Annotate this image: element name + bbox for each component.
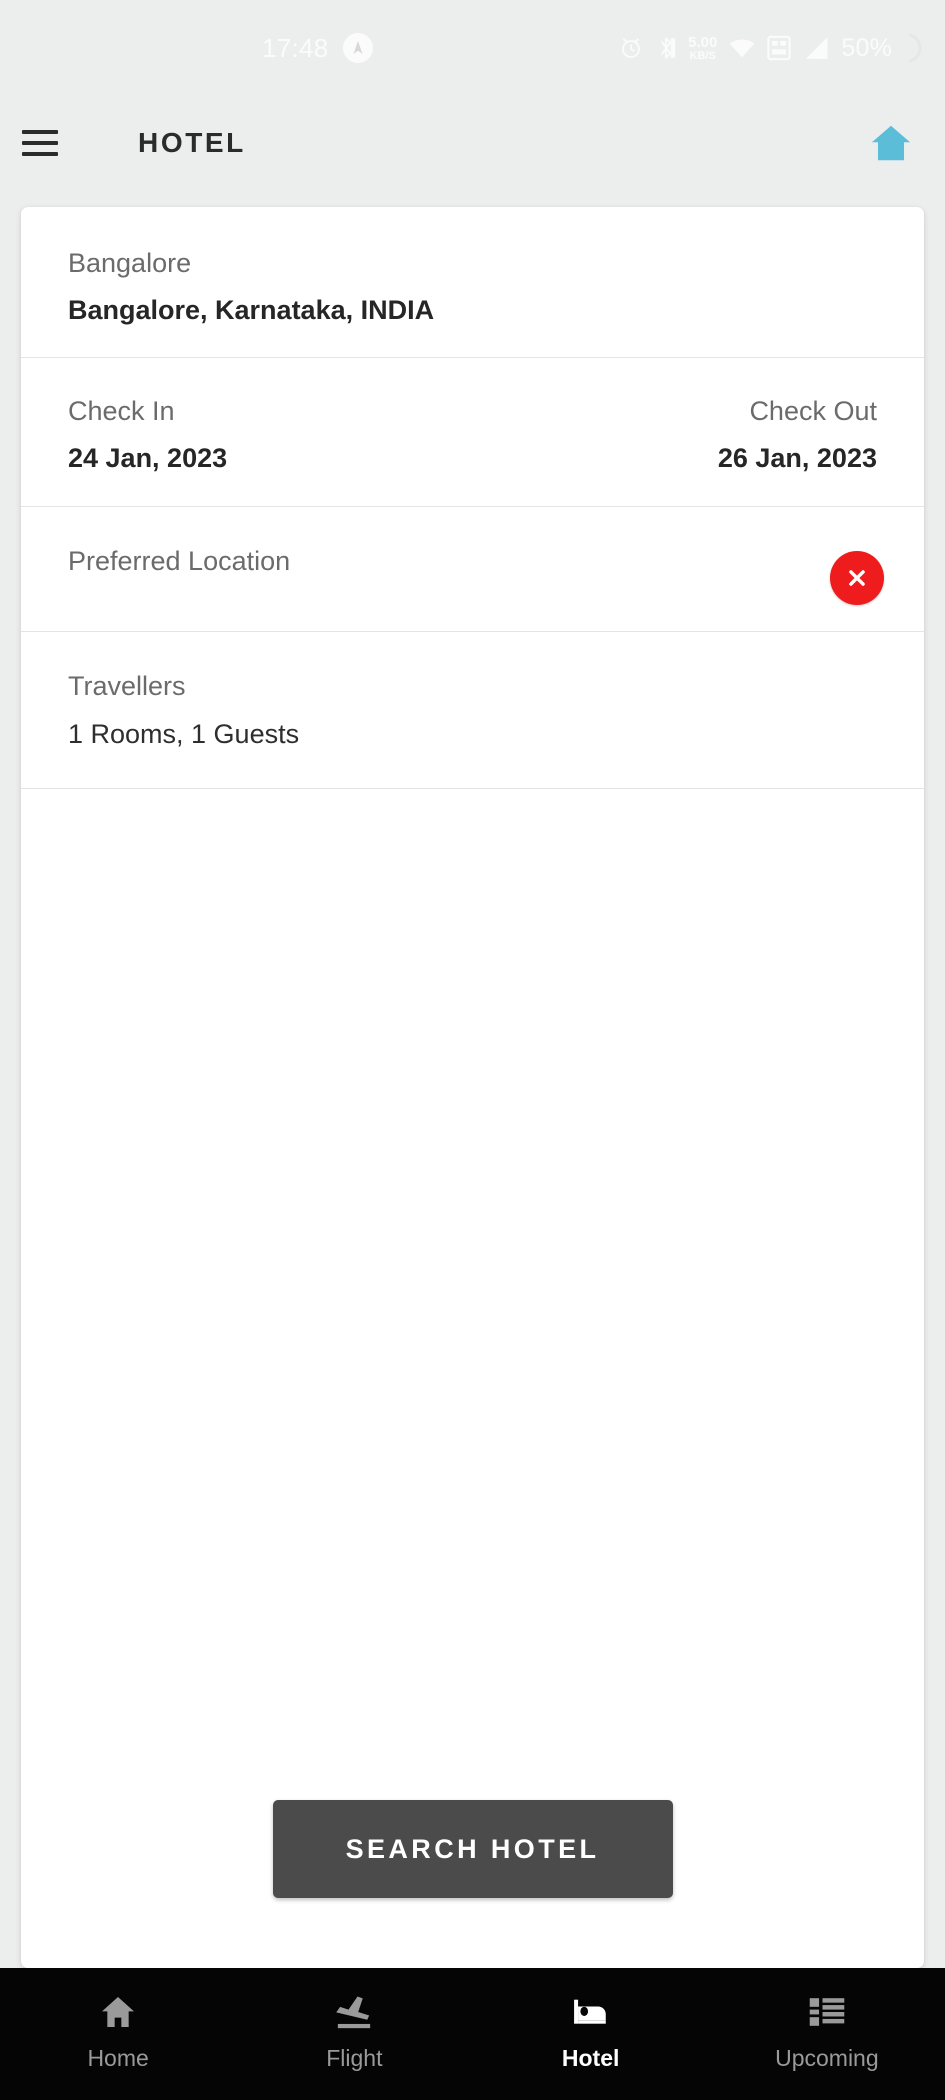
hotel-search-card: Bangalore Bangalore, Karnataka, INDIA Ch… [21,207,924,1968]
search-hotel-button[interactable]: SEARCH HOTEL [272,1800,673,1898]
card-spacer [21,789,924,1800]
check-out-value: 26 Jan, 2023 [717,442,877,473]
check-in-field[interactable]: Check In 24 Jan, 2023 [68,394,473,475]
home-icon [98,1990,138,2034]
check-out-field[interactable]: Check Out 26 Jan, 2023 [473,394,877,475]
dual-sim-lte-icon [767,35,792,61]
hamburger-menu-icon[interactable] [20,121,64,165]
preferred-location-field[interactable]: Preferred Location [21,507,924,632]
flight-takeoff-icon [333,1990,375,2034]
nav-label-hotel: Hotel [561,2045,620,2071]
app-bar: HOTEL [0,96,945,190]
nav-label-upcoming: Upcoming [775,2045,879,2071]
navigation-icon [342,33,373,63]
home-icon[interactable] [865,117,917,169]
dates-field[interactable]: Check In 24 Jan, 2023 Check Out 26 Jan, … [21,358,924,508]
check-in-label: Check In [68,396,175,427]
nav-item-flight[interactable]: Flight [236,1990,472,2072]
nav-label-home: Home [87,2045,149,2071]
close-x-icon[interactable] [830,551,884,606]
network-speed-unit: KB/S [689,49,716,62]
content-area: Bangalore Bangalore, Karnataka, INDIA Ch… [0,190,945,1968]
bottom-navigation-bar: Home Flight Hotel Upcoming [0,1968,945,2100]
network-speed-value: 5.00 [688,33,718,51]
nav-label-flight: Flight [326,2045,383,2071]
status-bar: 17:48 5.00 KB/S 50% [0,0,945,96]
nav-item-upcoming[interactable]: Upcoming [709,1990,945,2072]
battery-charging-icon [903,33,927,63]
alarm-clock-icon [618,35,644,61]
battery-percent: 50% [841,33,892,62]
preferred-location-label: Preferred Location [68,546,291,577]
status-time: 17:48 [262,32,329,63]
page-title: HOTEL [138,127,246,158]
search-button-container: SEARCH HOTEL [21,1800,924,1968]
nav-item-hotel[interactable]: Hotel [473,1990,709,2072]
check-in-value: 24 Jan, 2023 [68,442,228,473]
status-bar-right: 5.00 KB/S 50% [618,33,927,63]
check-out-label: Check Out [749,396,877,427]
bed-icon [571,1990,611,2034]
destination-label: Bangalore [68,248,192,278]
travellers-value: 1 Rooms, 1 Guests [68,719,300,750]
travellers-field[interactable]: Travellers 1 Rooms, 1 Guests [21,632,924,789]
destination-field[interactable]: Bangalore Bangalore, Karnataka, INDIA [21,207,924,359]
travellers-label: Travellers [68,670,186,701]
signal-bars-icon [802,35,830,61]
hotel-booking-screen: 17:48 5.00 KB/S 50% HOTEL Bangalore Bang… [0,0,945,2100]
destination-value: Bangalore, Karnataka, INDIA [68,294,435,325]
status-bar-left: 17:48 [262,33,373,64]
wifi-icon [728,37,756,59]
nav-item-home[interactable]: Home [0,1990,236,2072]
network-speed-indicator: 5.00 KB/S [688,35,717,62]
bluetooth-icon [655,34,677,62]
list-icon [808,1990,846,2034]
